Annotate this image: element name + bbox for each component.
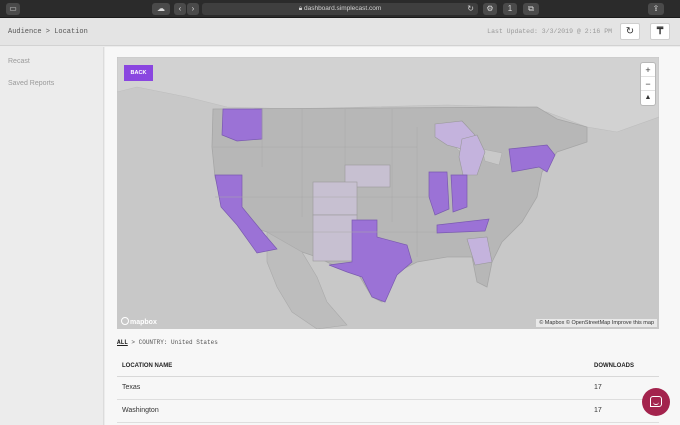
row-downloads: 17 bbox=[594, 384, 602, 391]
row-location-name: Washington bbox=[122, 407, 159, 414]
zoom-in-button[interactable]: + bbox=[641, 63, 655, 77]
main-content: BACK + − ▲ mapbox © Mapbox © OpenStreetM… bbox=[105, 47, 680, 425]
map-zoom-controls: + − ▲ bbox=[641, 63, 655, 105]
refresh-icon: ↻ bbox=[625, 26, 635, 37]
filter-breadcrumb: ALL > COUNTRY: United States bbox=[117, 339, 218, 346]
map-canvas bbox=[117, 57, 659, 329]
url-text: dashboard.simplecast.com bbox=[303, 5, 382, 12]
mapbox-logo[interactable]: mapbox bbox=[121, 317, 157, 326]
reload-icon[interactable]: ↻ bbox=[467, 3, 474, 15]
filter-all-link[interactable]: ALL bbox=[117, 339, 128, 346]
row-location-name: Texas bbox=[122, 384, 141, 391]
browser-chrome: ▭ ☁ ‹ › 🔒︎ dashboard.simplecast.com ↻ ⚙ … bbox=[0, 0, 680, 18]
back-button[interactable]: BACK bbox=[124, 65, 153, 81]
sidebar: Recast Saved Reports bbox=[0, 47, 104, 425]
breadcrumb: Audience > Location bbox=[8, 28, 88, 36]
sidebar-item-saved-reports[interactable]: Saved Reports bbox=[8, 80, 54, 87]
shield-icon[interactable]: 1 bbox=[503, 3, 517, 15]
pin-button[interactable]: ₸ bbox=[650, 23, 670, 40]
sidebar-icon[interactable]: ▭ bbox=[6, 3, 20, 15]
last-updated: Last Updated: 3/3/2019 @ 2:16 PM bbox=[487, 28, 612, 35]
table-row[interactable]: Texas 17 bbox=[117, 378, 659, 400]
cloud-icon[interactable]: ☁ bbox=[152, 3, 170, 15]
app-header: Audience > Location Last Updated: 3/3/20… bbox=[0, 18, 680, 46]
table-row[interactable]: Washington 17 bbox=[117, 401, 659, 423]
address-bar[interactable]: 🔒︎ dashboard.simplecast.com ↻ bbox=[202, 3, 478, 15]
extension-icon[interactable]: ⚙ bbox=[483, 3, 497, 15]
map-attribution[interactable]: © Mapbox © OpenStreetMap Improve this ma… bbox=[536, 319, 657, 327]
zoom-out-button[interactable]: − bbox=[641, 77, 655, 91]
column-location-name[interactable]: LOCATION NAME bbox=[122, 363, 172, 369]
filter-path: > COUNTRY: United States bbox=[131, 339, 218, 346]
sidebar-item-recast[interactable]: Recast bbox=[8, 58, 30, 65]
pin-icon: ₸ bbox=[656, 26, 664, 37]
table-header: LOCATION NAME DOWNLOADS bbox=[117, 361, 659, 377]
lock-icon: 🔒︎ bbox=[298, 5, 303, 12]
chat-launcher-button[interactable] bbox=[642, 388, 670, 416]
forward-icon[interactable]: › bbox=[187, 3, 199, 15]
location-map[interactable]: BACK + − ▲ mapbox © Mapbox © OpenStreetM… bbox=[117, 57, 659, 329]
refresh-button[interactable]: ↻ bbox=[620, 23, 640, 40]
row-downloads: 17 bbox=[594, 407, 602, 414]
compass-button[interactable]: ▲ bbox=[641, 91, 655, 105]
mapbox-icon bbox=[121, 317, 129, 325]
column-downloads[interactable]: DOWNLOADS bbox=[594, 363, 634, 369]
back-icon[interactable]: ‹ bbox=[174, 3, 186, 15]
share-icon[interactable]: ⇪ bbox=[648, 3, 664, 15]
tab-icon[interactable]: ⧉ bbox=[523, 3, 539, 15]
